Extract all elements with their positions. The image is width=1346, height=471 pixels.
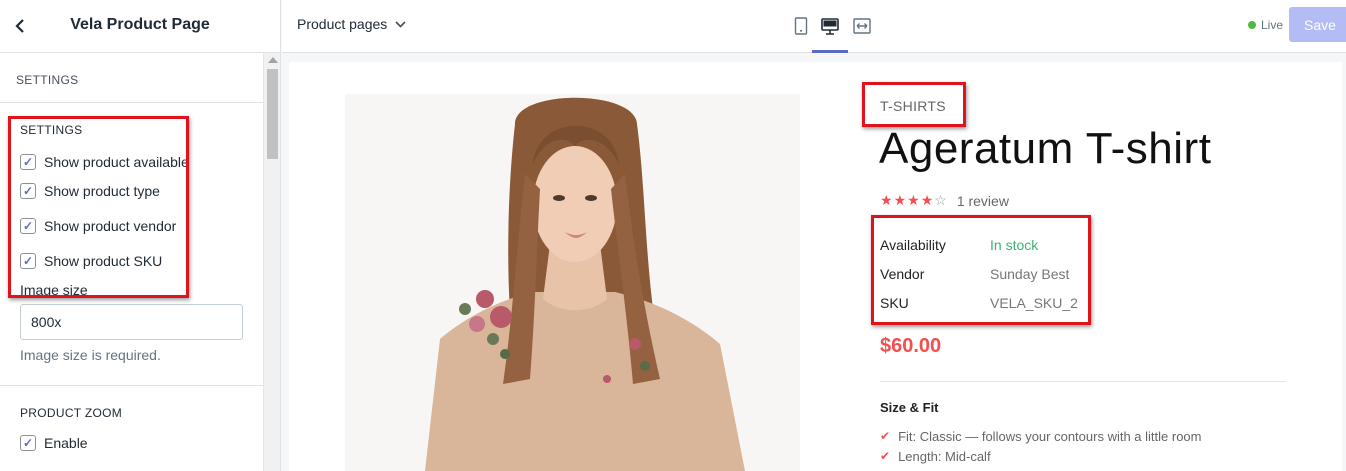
meta-value: In stock [990, 236, 1039, 253]
checkbox-label: Enable [44, 435, 88, 451]
image-size-help-text: Image size is required. [20, 347, 161, 363]
mobile-icon [794, 17, 808, 35]
checkbox-checked-icon[interactable]: ✓ [20, 435, 36, 451]
chevron-left-icon [15, 19, 24, 33]
checkbox-label: Show product available [44, 154, 189, 170]
product-title: Ageratum T-shirt [879, 124, 1212, 173]
sidebar-scroll-area: SETTINGS SETTINGS ✓ Show product availab… [0, 53, 263, 471]
image-size-input[interactable] [20, 304, 243, 340]
fullwidth-view-button[interactable] [847, 12, 877, 40]
size-fit-title: Size & Fit [880, 400, 939, 415]
product-zoom-group: PRODUCT ZOOM ✓ Enable [0, 386, 263, 454]
checkbox-label: Show product vendor [44, 217, 177, 234]
star-empty-icon: ☆ [934, 192, 948, 208]
scroll-up-arrow-icon[interactable] [268, 57, 278, 63]
section-title: SETTINGS [0, 53, 263, 103]
meta-row-availability: Availability In stock [880, 230, 1078, 259]
checkbox-checked-icon[interactable]: ✓ [20, 217, 36, 234]
list-item-text: Length: Mid-calf [898, 448, 991, 464]
review-count[interactable]: 1 review [957, 193, 1009, 209]
fullwidth-icon [853, 18, 871, 34]
image-size-label: Image size [20, 282, 88, 298]
sidebar-header: Vela Product Page [0, 0, 280, 53]
sidebar-title: Vela Product Page [70, 16, 210, 33]
checkbox-checked-icon[interactable]: ✓ [20, 154, 36, 170]
checkbox-label: Show product SKU [44, 252, 163, 269]
list-item-text: Fit: Classic — follows your contours wit… [898, 428, 1202, 444]
preview-scrollbar[interactable] [1336, 62, 1342, 471]
meta-value: VELA_SKU_2 [990, 294, 1078, 311]
meta-value: Sunday Best [990, 265, 1070, 282]
checkbox-checked-icon[interactable]: ✓ [20, 182, 36, 199]
sidebar-scrollbar[interactable] [263, 53, 280, 471]
storefront-preview: T-SHIRTS Ageratum T-shirt ★★★★☆ 1 review… [289, 62, 1342, 471]
product-image[interactable] [345, 94, 800, 471]
product-photo-illustration [345, 94, 800, 471]
check-icon: ✔ [880, 429, 891, 443]
theme-editor-sidebar: Vela Product Page SETTINGS SETTINGS ✓ Sh… [0, 0, 281, 471]
checkbox-show-product-vendor[interactable]: ✓ Show product vendor [20, 208, 243, 243]
product-type-link[interactable]: T-SHIRTS [880, 98, 946, 114]
meta-row-vendor: Vendor Sunday Best [880, 259, 1078, 288]
back-button[interactable] [0, 0, 40, 53]
rating-stars: ★★★★☆ [880, 192, 948, 209]
checkbox-show-product-type[interactable]: ✓ Show product type [20, 173, 243, 208]
mobile-view-button[interactable] [786, 12, 816, 40]
checkbox-show-product-sku[interactable]: ✓ Show product SKU [20, 243, 243, 278]
star-filled-icon: ★ [907, 192, 921, 208]
list-item: ✔ Fit: Classic — follows your contours wi… [880, 426, 1202, 446]
live-dot-icon [1248, 21, 1256, 29]
settings-group: SETTINGS ✓ Show product available ✓ Show… [0, 103, 263, 363]
product-rating[interactable]: ★★★★☆ 1 review [880, 192, 1009, 209]
product-zoom-label: PRODUCT ZOOM [20, 406, 123, 420]
product-price: $60.00 [880, 335, 942, 357]
meta-key: Vendor [880, 265, 925, 282]
checkbox-label: Show product type [44, 182, 160, 199]
star-filled-icon: ★ [880, 192, 894, 208]
desktop-icon [821, 17, 839, 35]
page-type-select[interactable]: Product pages [297, 16, 406, 32]
checkbox-checked-icon[interactable]: ✓ [20, 252, 36, 269]
checkbox-show-product-available[interactable]: ✓ Show product available [20, 151, 243, 173]
star-filled-icon: ★ [920, 192, 935, 208]
live-status-label: Live [1261, 18, 1284, 32]
star-filled-icon: ★ [893, 192, 908, 208]
page-type-select-label: Product pages [297, 16, 388, 32]
checkbox-zoom-enable[interactable]: ✓ Enable [20, 432, 243, 454]
check-icon: ✔ [880, 449, 891, 463]
chevron-down-icon [395, 20, 406, 28]
settings-group-label: SETTINGS [20, 123, 83, 137]
editor-topbar: Product pages Live Save [282, 0, 1346, 53]
desktop-view-button[interactable] [812, 12, 848, 53]
live-status: Live [1248, 18, 1283, 32]
divider [880, 381, 1286, 382]
product-meta: Availability In stock Vendor Sunday Best… [880, 230, 1078, 317]
size-fit-list: ✔ Fit: Classic — follows your contours wi… [880, 426, 1202, 466]
meta-row-sku: SKU VELA_SKU_2 [880, 288, 1078, 317]
meta-key: Availability [880, 236, 946, 253]
meta-key: SKU [880, 294, 909, 311]
list-item: ✔ Length: Mid-calf [880, 446, 1202, 466]
save-button[interactable]: Save [1289, 7, 1346, 42]
scrollbar-thumb[interactable] [267, 69, 278, 159]
